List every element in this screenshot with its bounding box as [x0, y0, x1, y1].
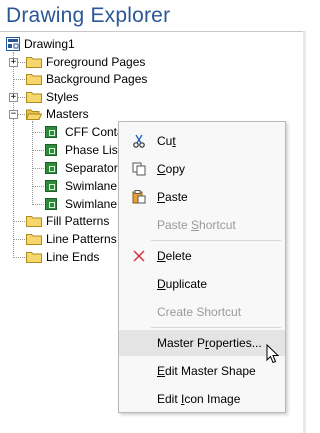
folder-icon: [26, 216, 42, 227]
expand-plus-icon[interactable]: +: [9, 93, 18, 102]
tree-line: [13, 257, 25, 258]
menu-item-paste[interactable]: Paste: [119, 184, 285, 210]
master-shape-icon: [45, 144, 57, 156]
menu-item-create-shortcut[interactable]: Create Shortcut: [119, 299, 285, 325]
window-title: Drawing Explorer: [6, 4, 171, 27]
folder-icon: [26, 252, 42, 263]
tree-line: [32, 186, 44, 187]
tree-line: [13, 221, 25, 222]
paste-icon: [132, 190, 146, 204]
collapse-minus-icon[interactable]: −: [9, 110, 18, 119]
tree-item-label: Drawing1: [24, 37, 75, 51]
tree-line: [13, 239, 25, 240]
tree-item-label: CFF Conta: [65, 125, 124, 139]
menu-item-duplicate[interactable]: Duplicate: [119, 271, 285, 297]
drawing-explorer-window: Drawing Explorer Drawing1 + Foreground Pa…: [0, 0, 306, 433]
menu-item-cut[interactable]: Cut: [119, 128, 285, 154]
tree-item-label: Line Ends: [46, 250, 100, 264]
delete-x-icon: [133, 250, 145, 262]
menu-item-edit-icon-image[interactable]: Edit Icon Image: [119, 386, 285, 412]
open-folder-icon: [26, 109, 42, 120]
tree-item-label: Swimlane: [65, 197, 118, 211]
folder-icon: [26, 57, 42, 68]
tree-line: [13, 79, 25, 80]
tree-line: [32, 121, 33, 203]
copy-icon: [132, 162, 146, 176]
menu-separator: [151, 327, 281, 328]
master-shape-icon: [45, 180, 57, 192]
scissors-icon: [133, 134, 145, 148]
expand-plus-icon[interactable]: +: [9, 58, 18, 67]
master-shape-icon: [45, 162, 57, 174]
tree-item-label: Line Patterns: [46, 232, 117, 246]
master-shape-icon: [45, 198, 57, 210]
menu-item-edit-master-shape[interactable]: Edit Master Shape: [119, 358, 285, 384]
tree-line: [13, 52, 14, 258]
tree-item-label: Styles: [46, 90, 79, 104]
tree-line: [32, 150, 44, 151]
tree-line: [32, 204, 44, 205]
tree-line: [32, 132, 44, 133]
tree-scrollbar[interactable]: [303, 31, 306, 433]
folder-icon: [26, 74, 42, 85]
folder-icon: [26, 234, 42, 245]
context-menu: Cut Copy Paste Paste Shortcut Delete Dup…: [118, 121, 286, 413]
tree-item-label: Masters: [46, 107, 89, 121]
tree-item-label: Fill Patterns: [46, 214, 110, 228]
folder-icon: [26, 92, 42, 103]
menu-item-delete[interactable]: Delete: [119, 243, 285, 269]
tree-line: [32, 168, 44, 169]
drawing-document-icon: [6, 37, 20, 51]
tree-item-label: Foreground Pages: [46, 55, 146, 69]
mouse-pointer-icon: [266, 344, 280, 364]
master-shape-icon: [45, 126, 57, 138]
tree-item-label: Separator: [65, 161, 118, 175]
menu-item-paste-shortcut[interactable]: Paste Shortcut: [119, 212, 285, 238]
tree-item-label: Swimlane: [65, 179, 118, 193]
tree-item-label: Phase List: [65, 143, 122, 157]
menu-item-master-properties[interactable]: Master Properties...: [119, 330, 285, 356]
menu-separator: [151, 240, 281, 241]
menu-item-copy[interactable]: Copy: [119, 156, 285, 182]
tree-item-label: Background Pages: [46, 72, 148, 86]
